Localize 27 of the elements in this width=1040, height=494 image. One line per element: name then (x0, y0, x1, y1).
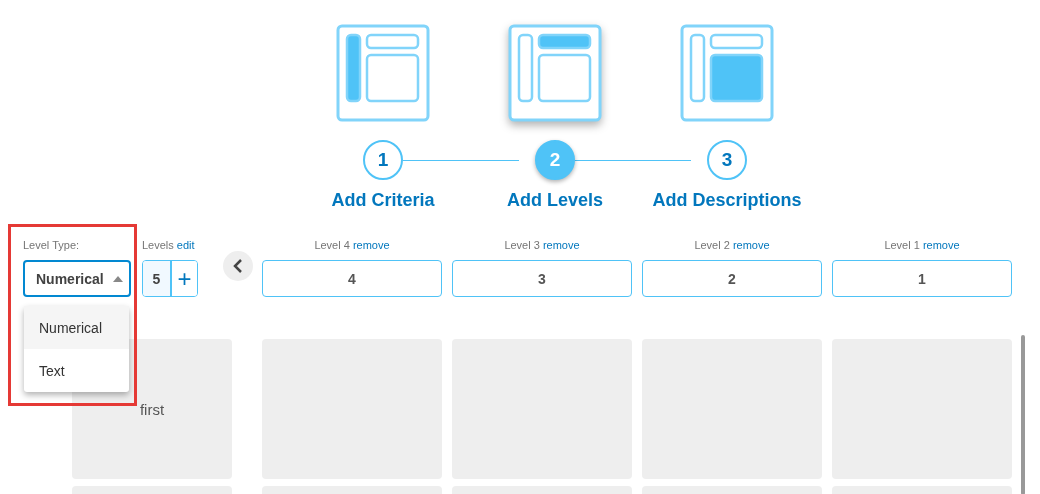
edit-link[interactable]: edit (176, 239, 195, 251)
chevron-left-icon (233, 259, 243, 273)
level-name-field[interactable]: 3 (452, 260, 632, 297)
level-name-field[interactable]: 2 (642, 260, 822, 297)
level-label: Level 2 remove (694, 239, 770, 253)
level-name-field[interactable]: 4 (262, 260, 442, 297)
remove-link[interactable]: remove (352, 239, 390, 251)
level-label: Level 4 remove (314, 239, 390, 253)
levels-count: 5 (143, 261, 172, 296)
remove-link[interactable]: remove (922, 239, 960, 251)
step-number[interactable]: 3 (707, 140, 747, 180)
remove-link[interactable]: remove (732, 239, 770, 251)
level-type-label: Level Type: (23, 239, 81, 253)
scrollbar[interactable] (1020, 335, 1026, 494)
level-label: Level 1 remove (884, 239, 960, 253)
level-label: Level 3 remove (504, 239, 580, 253)
triangle-icon (113, 275, 123, 282)
step-number[interactable]: 1 (363, 140, 403, 180)
levels-label: Levels edit (142, 239, 196, 253)
step-label[interactable]: Add Levels (507, 190, 603, 211)
level-type-select[interactable]: Numerical (23, 260, 131, 297)
step-label[interactable]: Add Criteria (331, 190, 435, 211)
level-name-field[interactable]: 1 (832, 260, 1012, 297)
step-label[interactable]: Add Descriptions (652, 190, 802, 211)
remove-link[interactable]: remove (542, 239, 580, 251)
back-button[interactable] (223, 251, 253, 281)
dropdown-option[interactable]: Numerical (24, 306, 129, 349)
